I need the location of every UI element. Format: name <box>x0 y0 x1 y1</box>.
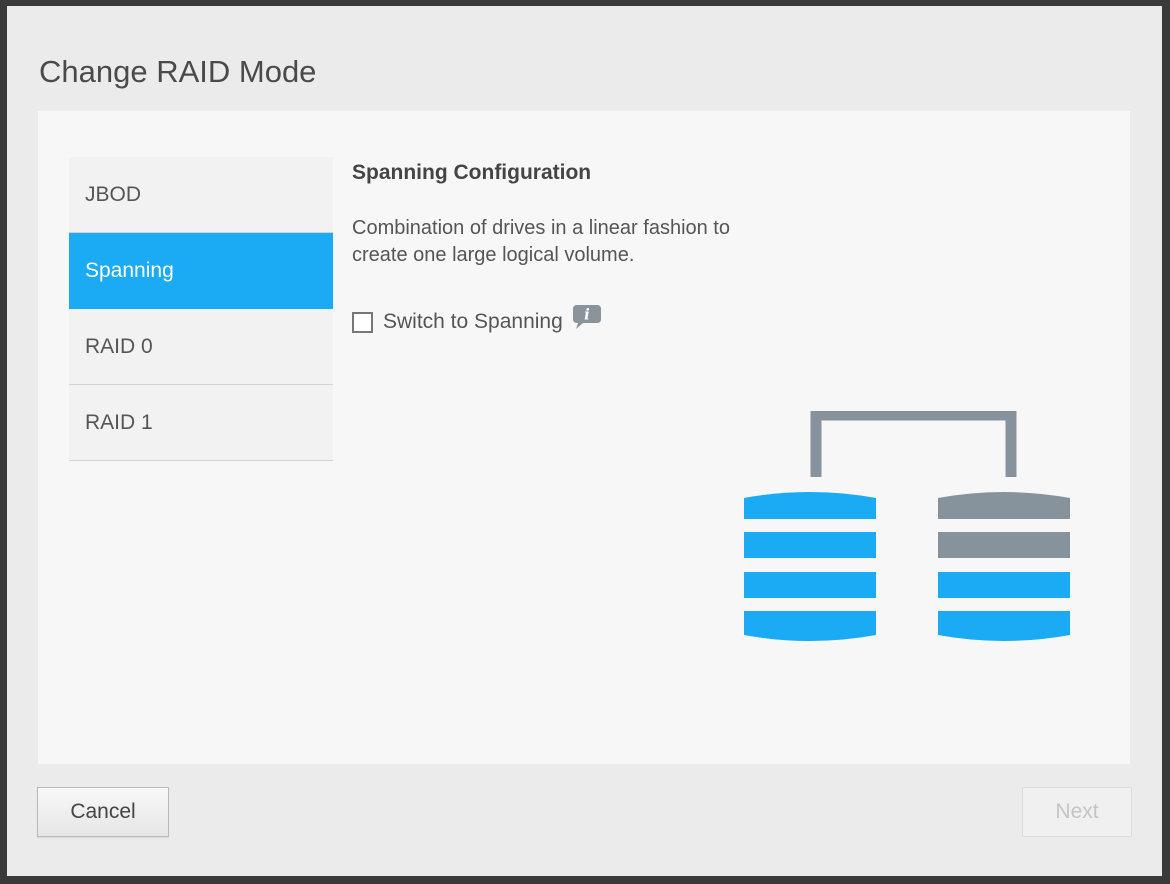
switch-to-spanning-checkbox[interactable] <box>352 311 373 333</box>
info-icon[interactable]: i <box>571 303 603 336</box>
mode-item-raid1[interactable]: RAID 1 <box>69 385 333 461</box>
mode-item-label: RAID 1 <box>85 410 153 434</box>
cancel-button[interactable]: Cancel <box>37 787 169 837</box>
description-line-1: Combination of drives in a linear fashio… <box>352 217 730 239</box>
drive-right-icon <box>938 492 1070 641</box>
description-line-2: create one large logical volume. <box>352 244 635 266</box>
next-button[interactable]: Next <box>1022 787 1132 837</box>
switch-mode-row: Switch to Spanning i <box>352 304 912 337</box>
details-heading: Spanning Configuration <box>352 161 592 184</box>
raid-mode-list: JBOD Spanning RAID 0 RAID 1 <box>69 157 333 461</box>
dialog-content-panel: JBOD Spanning RAID 0 RAID 1 Spanning Con… <box>38 111 1130 764</box>
connector-bracket <box>810 409 1017 477</box>
spanning-diagram <box>744 409 1084 656</box>
mode-item-label: JBOD <box>85 182 142 206</box>
change-raid-mode-dialog: Change RAID Mode JBOD Spanning RAID 0 RA… <box>7 6 1162 876</box>
mode-item-raid0[interactable]: RAID 0 <box>69 309 333 385</box>
switch-to-spanning-label[interactable]: Switch to Spanning <box>383 310 563 334</box>
mode-item-label: Spanning <box>85 258 174 282</box>
mode-item-label: RAID 0 <box>85 334 153 358</box>
dialog-title: Change RAID Mode <box>39 54 317 89</box>
svg-text:i: i <box>584 305 590 323</box>
mode-item-jbod[interactable]: JBOD <box>69 157 333 233</box>
details-description: Combination of drives in a linear fashio… <box>352 215 912 269</box>
drive-left-icon <box>744 492 876 641</box>
mode-item-spanning[interactable]: Spanning <box>69 233 333 309</box>
mode-details: Spanning Configuration Combination of dr… <box>352 161 912 337</box>
